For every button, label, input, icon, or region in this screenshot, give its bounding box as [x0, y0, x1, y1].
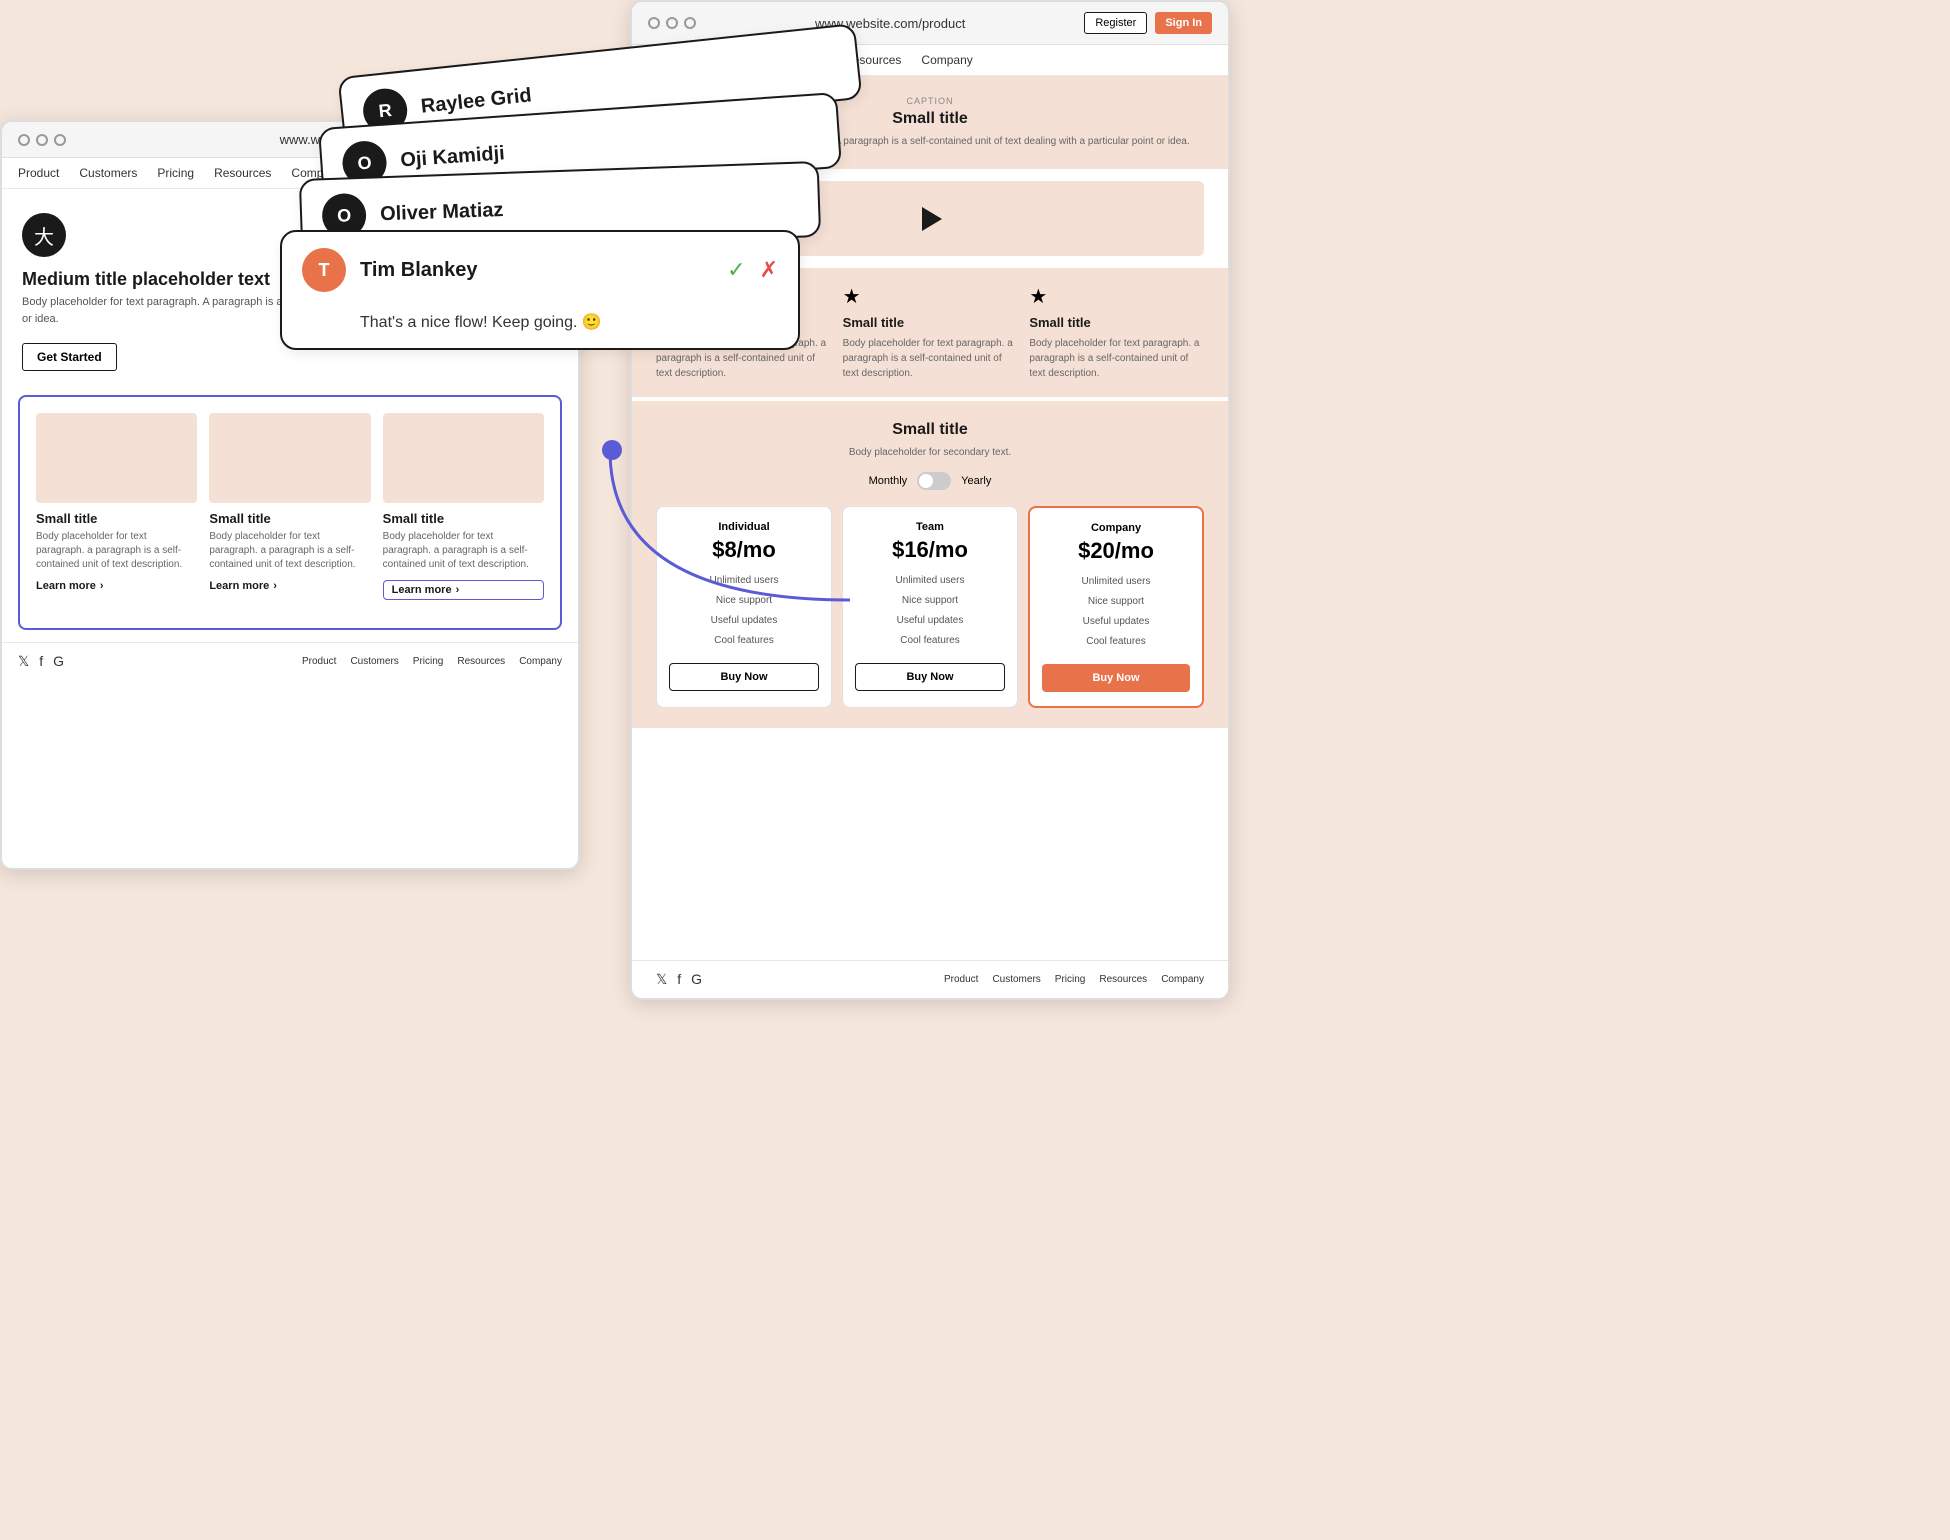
card-2-title: Small title: [209, 511, 370, 526]
card-1-title: Small title: [36, 511, 197, 526]
left-footer: 𝕏 f G Product Customers Pricing Resource…: [2, 642, 578, 680]
buy-btn-team[interactable]: Buy Now: [855, 663, 1005, 691]
right-footer-customers[interactable]: Customers: [992, 974, 1040, 985]
buy-btn-company[interactable]: Buy Now: [1042, 664, 1190, 692]
billing-toggle[interactable]: [917, 472, 951, 490]
pricing-card-individual: Individual $8/mo Unlimited users Nice su…: [656, 506, 832, 708]
left-nav-pricing[interactable]: Pricing: [157, 166, 194, 180]
plan-price-individual: $8/mo: [669, 537, 819, 563]
right-footer-resources[interactable]: Resources: [1099, 974, 1147, 985]
pricing-card-company: Company $20/mo Unlimited users Nice supp…: [1028, 506, 1204, 708]
chat-actions: ✓ ✗: [727, 257, 778, 283]
right-footer-nav: Product Customers Pricing Resources Comp…: [944, 974, 1204, 985]
right-footer-product[interactable]: Product: [944, 974, 978, 985]
avatar-tim: T: [302, 248, 346, 292]
plan-features-team: Unlimited users Nice support Useful upda…: [855, 571, 1005, 651]
hero-icon: 大: [22, 213, 66, 257]
chat-card-tim: T Tim Blankey ✓ ✗ That's a nice flow! Ke…: [280, 230, 800, 350]
star-body-3: Body placeholder for text paragraph. a p…: [1029, 336, 1204, 381]
right-social-icons: 𝕏 f G: [656, 971, 702, 988]
facebook-icon[interactable]: f: [39, 653, 43, 670]
plan-name-company: Company: [1042, 522, 1190, 534]
dot-3: [54, 134, 66, 146]
right-dot-3: [684, 17, 696, 29]
check-icon[interactable]: ✓: [727, 257, 745, 283]
pricing-card-team: Team $16/mo Unlimited users Nice support…: [842, 506, 1018, 708]
right-footer-pricing[interactable]: Pricing: [1055, 974, 1086, 985]
chat-name-oji: Oji Kamidji: [400, 142, 506, 172]
right-footer-company[interactable]: Company: [1161, 974, 1204, 985]
card-2-learn-more[interactable]: Learn more ›: [209, 580, 370, 592]
card-3-learn-more[interactable]: Learn more ›: [383, 580, 544, 600]
right-dot-2: [666, 17, 678, 29]
star-icon-3: ★: [1029, 284, 1204, 309]
plan-price-company: $20/mo: [1042, 538, 1190, 564]
card-2-body: Body placeholder for text paragraph. a p…: [209, 530, 370, 572]
chat-cards-container: R Raylee Grid O Oji Kamidji O Oliver Mat…: [280, 50, 870, 470]
chat-name-oliver: Oliver Matiaz: [380, 198, 504, 225]
register-button[interactable]: Register: [1084, 12, 1147, 34]
play-icon: [922, 207, 942, 231]
toggle-monthly-label: Monthly: [869, 475, 908, 487]
right-browser-dots: [648, 17, 696, 29]
plan-features-company: Unlimited users Nice support Useful upda…: [1042, 572, 1190, 652]
right-browser-auth: Register Sign In: [1084, 12, 1212, 34]
left-social-icons: 𝕏 f G: [18, 653, 64, 670]
plan-features-individual: Unlimited users Nice support Useful upda…: [669, 571, 819, 651]
plan-price-team: $16/mo: [855, 537, 1005, 563]
right-browser-url: www.website.com/product: [706, 16, 1074, 31]
left-nav-resources[interactable]: Resources: [214, 166, 271, 180]
buy-btn-individual[interactable]: Buy Now: [669, 663, 819, 691]
left-nav-product[interactable]: Product: [18, 166, 59, 180]
get-started-button[interactable]: Get Started: [22, 343, 117, 371]
browser-dots: [18, 134, 66, 146]
left-footer-nav: Product Customers Pricing Resources Comp…: [302, 656, 562, 667]
plan-name-individual: Individual: [669, 521, 819, 533]
right-footer: 𝕏 f G Product Customers Pricing Resource…: [632, 960, 1228, 998]
google-icon[interactable]: G: [53, 653, 64, 670]
right-twitter-icon[interactable]: 𝕏: [656, 971, 667, 988]
toggle-yearly-label: Yearly: [961, 475, 991, 487]
card-1-image: [36, 413, 197, 503]
right-google-icon[interactable]: G: [691, 971, 702, 988]
plan-name-team: Team: [855, 521, 1005, 533]
dot-2: [36, 134, 48, 146]
signin-button[interactable]: Sign In: [1155, 12, 1212, 34]
card-1-learn-more[interactable]: Learn more ›: [36, 580, 197, 592]
cross-icon[interactable]: ✗: [760, 257, 778, 283]
chat-message-tim: That's a nice flow! Keep going. 🙂: [360, 312, 602, 332]
pricing-cards: Individual $8/mo Unlimited users Nice su…: [656, 506, 1204, 708]
pricing-toggle: Monthly Yearly: [656, 472, 1204, 490]
star-title-3: Small title: [1029, 315, 1204, 330]
footer-nav-pricing[interactable]: Pricing: [413, 656, 444, 667]
toggle-knob: [919, 474, 933, 488]
footer-nav-resources[interactable]: Resources: [457, 656, 505, 667]
left-nav-customers[interactable]: Customers: [79, 166, 137, 180]
card-3-title: Small title: [383, 511, 544, 526]
footer-nav-company[interactable]: Company: [519, 656, 562, 667]
dot-1: [18, 134, 30, 146]
right-nav-company[interactable]: Company: [921, 53, 972, 67]
right-facebook-icon[interactable]: f: [677, 971, 681, 988]
footer-nav-customers[interactable]: Customers: [350, 656, 398, 667]
right-dot-1: [648, 17, 660, 29]
twitter-icon[interactable]: 𝕏: [18, 653, 29, 670]
card-3-body: Body placeholder for text paragraph. a p…: [383, 530, 544, 572]
chat-name-tim: Tim Blankey: [360, 259, 477, 282]
card-1: Small title Body placeholder for text pa…: [36, 413, 197, 600]
footer-nav-product[interactable]: Product: [302, 656, 336, 667]
star-item-3: ★ Small title Body placeholder for text …: [1029, 284, 1204, 381]
card-1-body: Body placeholder for text paragraph. a p…: [36, 530, 197, 572]
chat-name-raylee: Raylee Grid: [420, 84, 533, 118]
